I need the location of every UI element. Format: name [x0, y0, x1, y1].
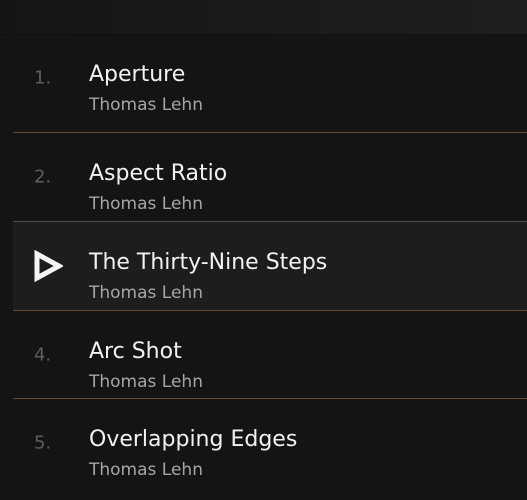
track-title: The Thirty-Nine Steps	[89, 250, 328, 275]
track-title: Aspect Ratio	[89, 161, 228, 186]
track-artist: Thomas Lehn	[89, 283, 203, 303]
track-number: 2.	[34, 166, 52, 188]
track-number: 4.	[34, 344, 52, 366]
track-number: 1.	[34, 67, 52, 89]
track-artist: Thomas Lehn	[89, 95, 203, 115]
track-artist: Thomas Lehn	[89, 372, 203, 392]
track-row[interactable]: 2. Aspect Ratio Thomas Lehn	[13, 133, 527, 221]
track-row-playing[interactable]: The Thirty-Nine Steps Thomas Lehn	[13, 222, 527, 310]
track-row[interactable]: 5. Overlapping Edges Thomas Lehn	[13, 399, 527, 487]
track-row[interactable]: 4. Arc Shot Thomas Lehn	[13, 311, 527, 399]
track-artist: Thomas Lehn	[89, 194, 203, 214]
track-title: Aperture	[89, 62, 186, 87]
track-row[interactable]: 1. Aperture Thomas Lehn	[13, 34, 527, 122]
track-title: Overlapping Edges	[89, 427, 298, 452]
play-icon	[34, 250, 63, 282]
header-bar	[0, 0, 527, 35]
track-artist: Thomas Lehn	[89, 460, 203, 480]
track-title: Arc Shot	[89, 339, 182, 364]
track-number: 5.	[34, 432, 52, 454]
